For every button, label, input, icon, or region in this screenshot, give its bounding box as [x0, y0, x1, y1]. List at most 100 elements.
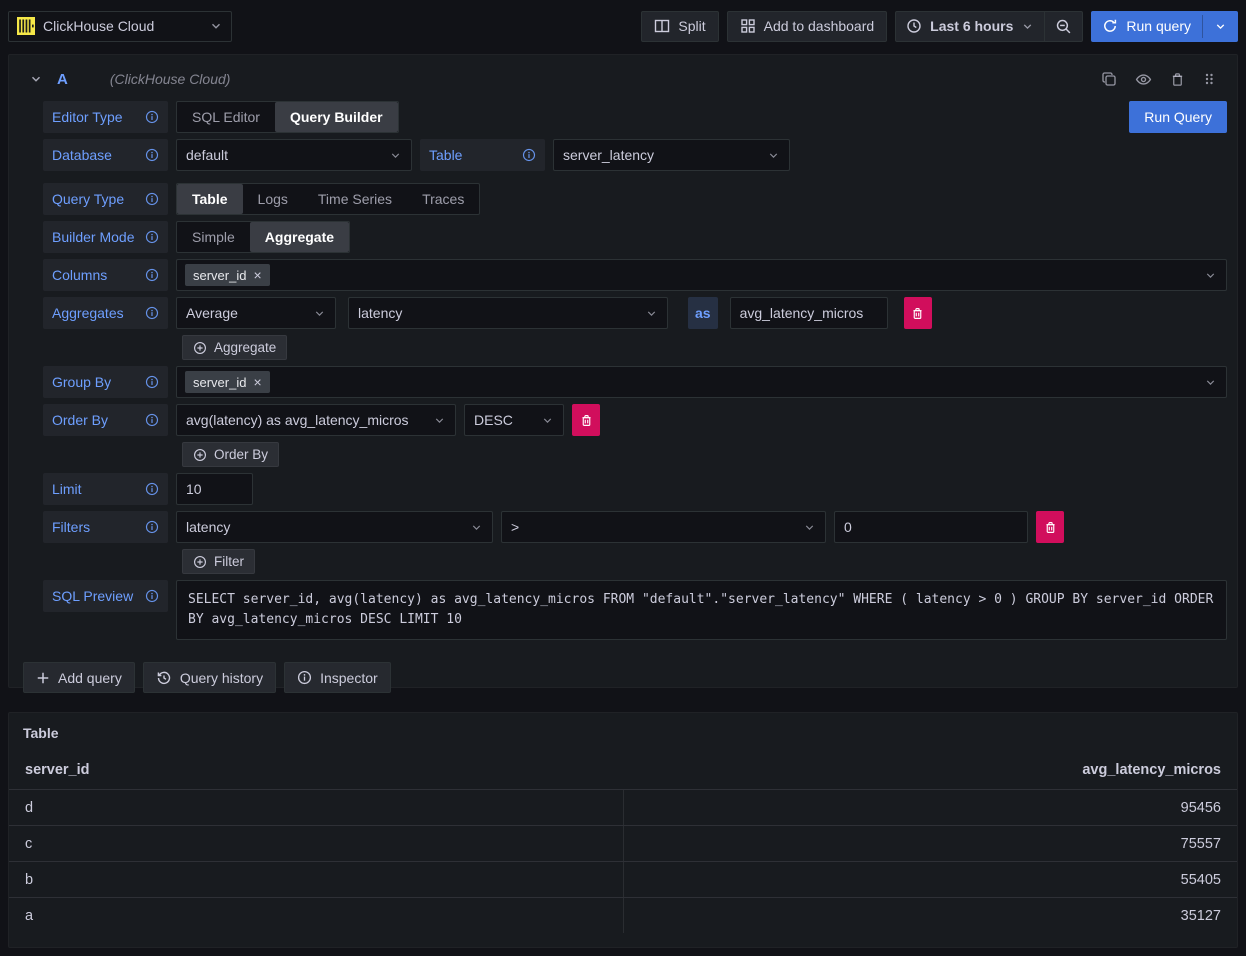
- duplicate-query-icon[interactable]: [1101, 71, 1117, 87]
- query-type-switch: Table Logs Time Series Traces: [176, 183, 480, 215]
- aggregates-label: Aggregates: [43, 297, 168, 329]
- columns-row: Columns server_id ×: [43, 259, 1227, 291]
- info-icon[interactable]: [145, 230, 159, 244]
- chevron-down-icon: [541, 414, 554, 427]
- remove-aggregate-button[interactable]: [904, 297, 932, 329]
- query-type-row: Query Type Table Logs Time Series Traces: [43, 183, 1227, 215]
- add-query-button[interactable]: Add query: [23, 662, 135, 693]
- remove-chip-icon[interactable]: ×: [253, 375, 261, 389]
- info-icon[interactable]: [145, 110, 159, 124]
- builder-mode-aggregate[interactable]: Aggregate: [250, 222, 349, 252]
- remove-order-by-button[interactable]: [572, 404, 600, 436]
- table-select[interactable]: server_latency: [553, 139, 790, 171]
- results-table: server_id avg_latency_micros d 95456 c 7…: [9, 751, 1237, 933]
- order-by-direction-value: DESC: [474, 412, 513, 428]
- aggregate-function-select[interactable]: Average: [176, 297, 336, 329]
- table-row[interactable]: a 35127: [9, 897, 1237, 933]
- group-by-multiselect[interactable]: server_id ×: [176, 366, 1227, 398]
- editor-type-query-builder[interactable]: Query Builder: [275, 102, 398, 132]
- table-result-panel: Table server_id avg_latency_micros d 954…: [8, 712, 1238, 948]
- limit-input[interactable]: [176, 473, 253, 505]
- info-icon[interactable]: [145, 192, 159, 206]
- trash-icon: [580, 414, 593, 427]
- cell-avg-latency: 35127: [623, 898, 1237, 933]
- cell-server-id: d: [9, 790, 623, 825]
- order-by-field-select[interactable]: avg(latency) as avg_latency_micros: [176, 404, 456, 436]
- zoom-out-icon: [1055, 18, 1072, 35]
- column-chip: server_id ×: [185, 264, 270, 286]
- table-row[interactable]: c 75557: [9, 825, 1237, 861]
- query-type-traces[interactable]: Traces: [407, 184, 479, 214]
- filter-operator-select[interactable]: >: [501, 511, 826, 543]
- builder-mode-row: Builder Mode Simple Aggregate: [43, 221, 1227, 253]
- column-header-server-id[interactable]: server_id: [25, 762, 623, 778]
- datasource-picker[interactable]: ClickHouse Cloud: [8, 11, 232, 42]
- panel-title: Table: [9, 719, 1237, 751]
- columns-label: Columns: [43, 259, 168, 291]
- filters-row: Filters latency >: [43, 511, 1227, 543]
- history-icon: [156, 670, 172, 686]
- plus-circle-icon: [193, 448, 207, 462]
- explore-toolbar: ClickHouse Cloud Split Add to dashboard: [8, 0, 1238, 45]
- add-filter-button[interactable]: Filter: [182, 549, 255, 574]
- query-history-button[interactable]: Query history: [143, 662, 276, 693]
- remove-chip-icon[interactable]: ×: [253, 268, 261, 282]
- aggregate-alias-input[interactable]: [730, 297, 888, 329]
- database-label: Database: [43, 139, 168, 171]
- table-label: Table: [420, 139, 545, 171]
- run-query-button[interactable]: Run query: [1091, 11, 1202, 42]
- add-order-by-button[interactable]: Order By: [182, 442, 279, 467]
- sync-icon: [1102, 18, 1118, 34]
- query-type-table[interactable]: Table: [177, 184, 243, 214]
- datasource-name: ClickHouse Cloud: [43, 18, 201, 34]
- database-select[interactable]: default: [176, 139, 412, 171]
- chevron-down-icon: [209, 19, 223, 33]
- editor-type-sql-editor[interactable]: SQL Editor: [177, 102, 275, 132]
- table-row[interactable]: b 55405: [9, 861, 1237, 897]
- zoom-out-button[interactable]: [1045, 12, 1082, 41]
- split-button[interactable]: Split: [641, 11, 718, 42]
- info-icon[interactable]: [145, 589, 159, 603]
- info-icon[interactable]: [145, 306, 159, 320]
- collapse-query-icon[interactable]: [29, 72, 43, 86]
- editor-footer: Add query Query history Inspector: [19, 640, 1227, 693]
- time-range-button[interactable]: Last 6 hours: [896, 12, 1044, 41]
- delete-query-trash-icon[interactable]: [1170, 72, 1185, 87]
- filter-operator-value: >: [511, 519, 519, 535]
- add-aggregate-button[interactable]: Aggregate: [182, 335, 287, 360]
- table-row[interactable]: d 95456: [9, 789, 1237, 825]
- aggregate-column-select[interactable]: latency: [348, 297, 668, 329]
- info-icon[interactable]: [145, 520, 159, 534]
- info-icon[interactable]: [145, 268, 159, 282]
- filter-value-input[interactable]: [834, 511, 1028, 543]
- info-icon[interactable]: [145, 148, 159, 162]
- builder-mode-simple[interactable]: Simple: [177, 222, 250, 252]
- info-icon[interactable]: [145, 413, 159, 427]
- query-type-logs[interactable]: Logs: [243, 184, 303, 214]
- filter-column-select[interactable]: latency: [176, 511, 493, 543]
- run-query-dropdown-button[interactable]: [1203, 11, 1238, 42]
- time-picker-group: Last 6 hours: [895, 11, 1083, 42]
- column-header-avg-latency-micros[interactable]: avg_latency_micros: [623, 762, 1221, 778]
- order-by-direction-select[interactable]: DESC: [464, 404, 564, 436]
- info-icon[interactable]: [145, 375, 159, 389]
- clock-icon: [906, 18, 922, 34]
- info-icon[interactable]: [145, 482, 159, 496]
- table-header-row: server_id avg_latency_micros: [9, 751, 1237, 789]
- query-type-time-series[interactable]: Time Series: [303, 184, 407, 214]
- order-by-row: Order By avg(latency) as avg_latency_mic…: [43, 404, 1227, 436]
- dashboard-grid-icon: [740, 18, 756, 34]
- group-by-label: Group By: [43, 366, 168, 398]
- drag-handle-icon[interactable]: [1203, 71, 1215, 87]
- columns-multiselect[interactable]: server_id ×: [176, 259, 1227, 291]
- editor-run-query-button[interactable]: Run Query: [1129, 101, 1227, 133]
- disable-query-eye-icon[interactable]: [1135, 71, 1152, 88]
- remove-filter-button[interactable]: [1036, 511, 1064, 543]
- info-icon[interactable]: [522, 148, 536, 162]
- add-to-dashboard-button[interactable]: Add to dashboard: [727, 11, 888, 42]
- group-by-row: Group By server_id ×: [43, 366, 1227, 398]
- query-ref-id[interactable]: A: [57, 71, 68, 88]
- inspector-button[interactable]: Inspector: [284, 662, 391, 693]
- info-circle-icon: [297, 670, 312, 685]
- split-icon: [654, 18, 670, 34]
